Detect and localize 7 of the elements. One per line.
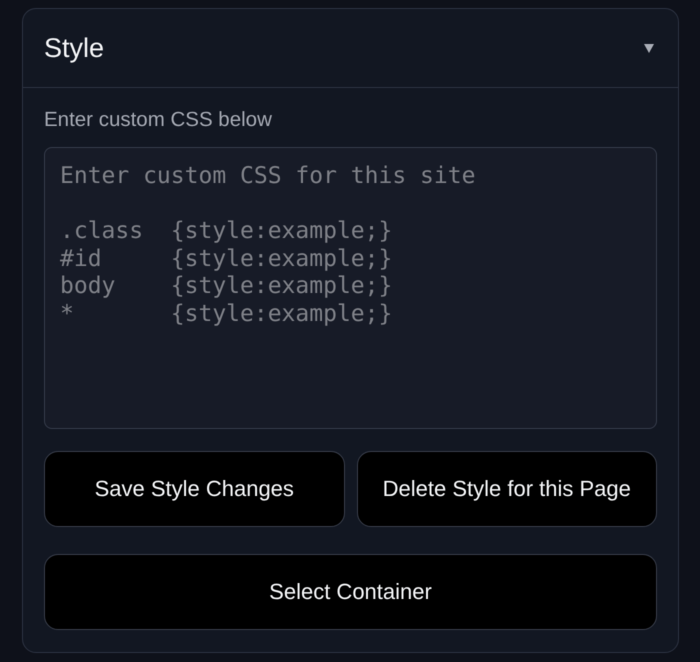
action-button[interactable]: Delete Style for this Page <box>356 451 657 527</box>
section-title: Style <box>44 32 104 64</box>
caret-icon[interactable] <box>644 44 654 52</box>
action-button[interactable]: Select Container <box>44 554 657 630</box>
css-input-field[interactable]: Enter custom CSS for this site .class {style:example;} #id {style:example;} body {style:example;} * {style:example;} <box>44 147 657 429</box>
action-button[interactable]: Save Style Changes <box>44 451 344 527</box>
field-label: Enter custom CSS below <box>44 107 273 133</box>
